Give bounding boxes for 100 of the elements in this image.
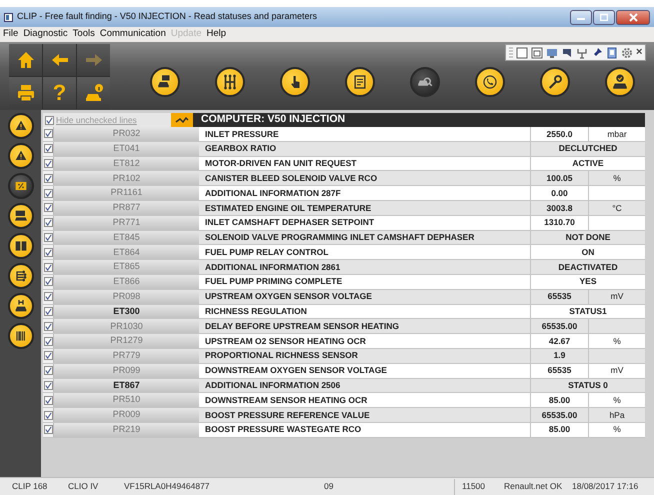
value-cell: 85.00 xyxy=(530,393,588,408)
status-cell: DECLUTCHED xyxy=(530,142,645,156)
info-button[interactable] xyxy=(77,76,110,108)
book-button[interactable] xyxy=(8,233,34,259)
checkbox[interactable] xyxy=(44,277,52,286)
checkbox[interactable] xyxy=(44,410,52,420)
checkbox[interactable] xyxy=(44,262,52,272)
close-button[interactable] xyxy=(616,10,650,24)
checkbox[interactable] xyxy=(44,366,52,376)
status-cell: NOT DONE xyxy=(530,230,645,244)
status-text: 11500 xyxy=(462,480,486,493)
printer-icon xyxy=(16,82,36,102)
checkbox[interactable] xyxy=(45,116,54,124)
close-icon xyxy=(628,12,638,22)
parameter-code[interactable]: PR102 xyxy=(54,171,199,186)
parameter-code[interactable]: PR032 xyxy=(54,127,199,141)
back-button[interactable] xyxy=(43,44,76,76)
parameter-code[interactable]: ET867 xyxy=(54,378,199,392)
document-button[interactable] xyxy=(344,67,374,97)
menu-item[interactable]: Help xyxy=(206,27,226,42)
parameter-code[interactable]: PR510 xyxy=(54,393,199,408)
checkbox[interactable] xyxy=(44,425,52,434)
checkbox[interactable] xyxy=(44,336,52,346)
warning-button[interactable] xyxy=(8,143,34,169)
menu-item[interactable]: Communication xyxy=(100,27,166,42)
parameter-code[interactable]: PR098 xyxy=(54,290,199,304)
gearbox-button[interactable] xyxy=(214,67,244,97)
status-text: 09 xyxy=(324,480,334,493)
warning-button[interactable] xyxy=(8,113,34,139)
menu-item[interactable]: File xyxy=(3,27,18,42)
home-button[interactable] xyxy=(9,44,42,76)
close-button[interactable]: × xyxy=(636,47,642,58)
parameter-code[interactable]: PR771 xyxy=(54,216,199,230)
parameter-name: INLET PRESSURE xyxy=(204,128,280,141)
hand-button[interactable] xyxy=(280,67,310,97)
graph-button[interactable] xyxy=(171,113,193,127)
car-approval-button[interactable] xyxy=(604,67,634,97)
parameter-name: SOLENOID VALVE PROGRAMMING INLET CAMSHAFT DEPHASER xyxy=(204,231,476,244)
parameter-code[interactable]: PR1161 xyxy=(54,186,199,200)
parameter-code[interactable]: ET845 xyxy=(54,230,199,244)
checkbox[interactable] xyxy=(44,232,52,242)
network-icon xyxy=(576,46,588,58)
checkbox[interactable] xyxy=(44,396,52,405)
value-cell: 3003.8 xyxy=(530,200,588,215)
car-button[interactable] xyxy=(8,203,34,229)
parameter-code[interactable]: PR779 xyxy=(54,348,199,363)
parameter-name: UPSTREAM OXYGEN SENSOR VOLTAGE xyxy=(204,290,373,304)
parameter-name: ADDITIONAL INFORMATION 2861 xyxy=(204,260,342,274)
parameter-name: UPSTREAM O2 SENSOR HEATING OCR xyxy=(204,334,367,348)
parameter-code[interactable]: ET865 xyxy=(54,260,199,274)
help-button[interactable]: ? xyxy=(43,76,76,108)
car-info-icon xyxy=(84,82,104,102)
parameter-code[interactable]: PR099 xyxy=(54,364,199,378)
checkbox[interactable] xyxy=(44,292,52,302)
checkbox[interactable] xyxy=(44,248,52,257)
checkbox[interactable] xyxy=(44,174,52,183)
parameter-code[interactable]: ET812 xyxy=(54,156,199,170)
checkbox[interactable] xyxy=(44,351,52,360)
parameter-code[interactable]: PR877 xyxy=(54,200,199,215)
parameter-code[interactable]: ET300 xyxy=(54,304,199,318)
status-cell: ACTIVE xyxy=(530,156,645,170)
checkbox[interactable] xyxy=(44,129,52,138)
percent-button[interactable] xyxy=(8,173,34,199)
window-icon xyxy=(516,46,528,58)
checkbox[interactable] xyxy=(44,380,52,390)
parameter-code[interactable]: PR219 xyxy=(54,422,199,437)
parameter-code[interactable]: PR1030 xyxy=(54,319,199,334)
checkbox[interactable] xyxy=(44,188,52,198)
parameter-code[interactable]: PR1279 xyxy=(54,334,199,348)
parameter-code[interactable]: ET864 xyxy=(54,245,199,260)
settings-icon xyxy=(621,46,633,58)
checkbox[interactable] xyxy=(44,322,52,331)
barcode-button[interactable] xyxy=(8,323,34,349)
checkbox[interactable] xyxy=(44,306,52,316)
checkbox[interactable] xyxy=(44,144,52,154)
parameter-name: ADDITIONAL INFORMATION 287F xyxy=(204,186,342,200)
car-screen-button[interactable] xyxy=(150,67,180,97)
wrench-button[interactable] xyxy=(540,67,570,97)
parameter-code[interactable]: PR009 xyxy=(54,408,199,422)
restore-button[interactable] xyxy=(593,10,615,24)
car-search-button[interactable] xyxy=(410,67,440,97)
checkbox[interactable] xyxy=(44,203,52,212)
parameter-code[interactable]: ET866 xyxy=(54,274,199,289)
window-title: CLIP - Free fault finding - V50 INJECTION - Read statuses and parameters xyxy=(17,10,317,24)
minimize-button[interactable] xyxy=(570,10,592,24)
tree-button[interactable] xyxy=(8,263,34,289)
parameter-name: MOTOR-DRIVEN FAN UNIT REQUEST xyxy=(204,157,358,170)
monitor-icon xyxy=(546,46,558,58)
parameter-code[interactable]: ET041 xyxy=(54,142,199,156)
checkbox[interactable] xyxy=(44,218,52,228)
hcar-button[interactable] xyxy=(8,293,34,319)
parameter-name: DOWNSTREAM OXYGEN SENSOR VOLTAGE xyxy=(204,364,388,378)
phone-button[interactable] xyxy=(474,67,504,97)
checkbox[interactable] xyxy=(44,158,52,168)
value-cell: 65535.00 xyxy=(530,408,588,422)
unit-cell: mbar xyxy=(588,127,645,141)
menu-item[interactable]: Diagnostic xyxy=(23,27,68,42)
menu-item[interactable]: Tools xyxy=(72,27,95,42)
graph-icon xyxy=(175,116,189,124)
print-button[interactable] xyxy=(9,76,42,108)
